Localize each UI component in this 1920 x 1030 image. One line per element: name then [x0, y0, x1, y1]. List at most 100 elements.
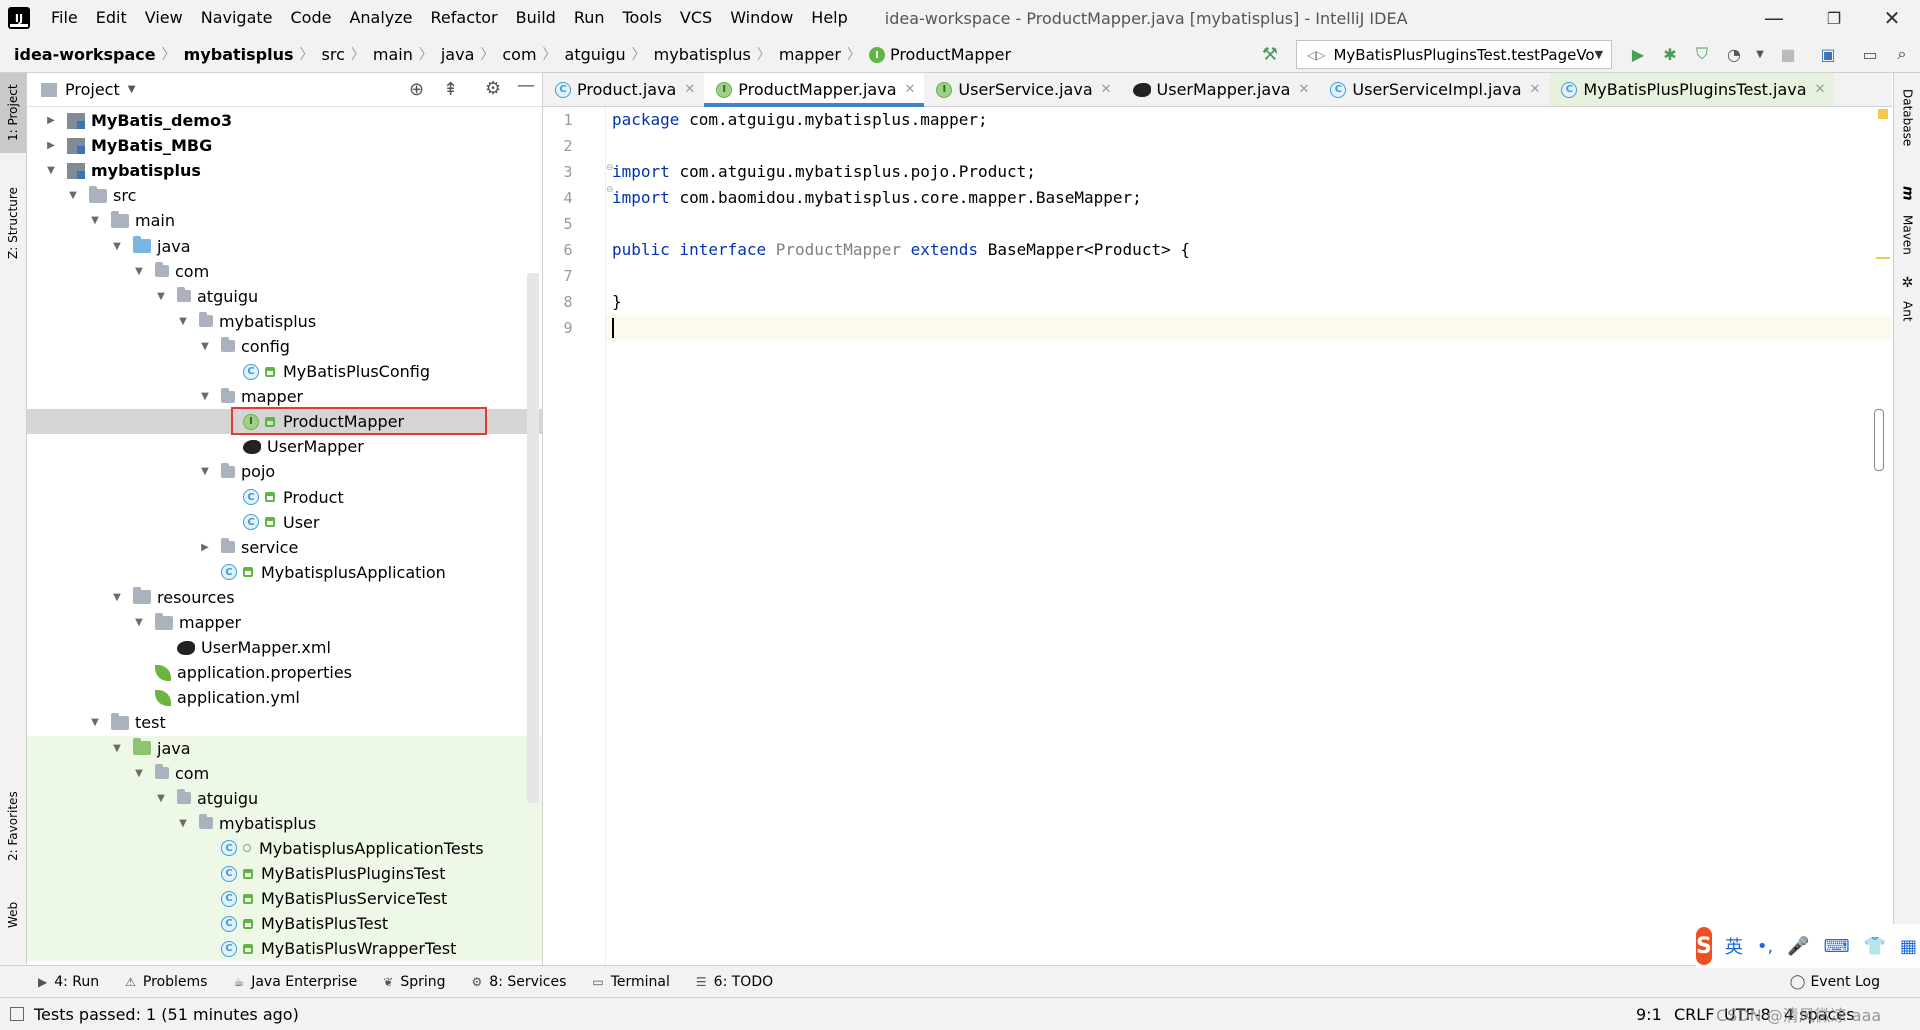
build-hammer-icon[interactable]: ⚒ [1260, 44, 1280, 65]
status-message[interactable]: Tests passed: 1 (51 minutes ago) [34, 1005, 299, 1024]
expand-arrow-down-icon[interactable]: ▼ [45, 165, 57, 176]
code-line[interactable]: public interface ProductMapper extends B… [612, 237, 1190, 263]
tab-database[interactable]: Database [1894, 73, 1920, 163]
close-button[interactable]: ✕ [1864, 0, 1920, 36]
coverage-icon[interactable]: ⛉ [1692, 44, 1712, 64]
tree-item[interactable]: C MyBatisPlusTest [27, 911, 542, 937]
tool-window-tab[interactable]: ▶ 4: Run [24, 974, 111, 990]
breadcrumb-item[interactable]: mybatisplus [648, 45, 755, 64]
line-number[interactable]: 9 [543, 315, 593, 341]
stop-icon[interactable]: ■ [1778, 44, 1798, 64]
code-line[interactable]: } [612, 289, 622, 315]
breadcrumb-item[interactable]: java [435, 45, 479, 64]
expand-arrow-down-icon[interactable]: ▼ [89, 215, 101, 226]
line-number[interactable]: 4 [543, 185, 593, 211]
tree-item[interactable]: ▶ service [27, 535, 542, 560]
line-number[interactable]: 8 [543, 289, 593, 315]
line-number[interactable]: 6 [543, 237, 593, 263]
ime-toolbox-icon[interactable]: ▦ [1900, 936, 1917, 957]
breadcrumb-item[interactable]: src [316, 45, 349, 64]
line-number[interactable]: 5 [543, 211, 593, 237]
close-tab-icon[interactable]: ✕ [1530, 82, 1541, 97]
fold-marker-icon[interactable]: ⊖ [606, 163, 614, 173]
tree-item[interactable]: ▼ pojo [27, 459, 542, 484]
tool-window-tab[interactable]: ☰ 6: TODO [682, 974, 785, 990]
menu-edit[interactable]: Edit [87, 0, 136, 36]
expand-arrow-down-icon[interactable]: ▼ [155, 793, 167, 804]
tool-window-tab[interactable]: ⚠ Problems [111, 974, 219, 990]
tree-item[interactable]: C MyBatisPlusServiceTest [27, 886, 542, 912]
close-tab-icon[interactable]: ✕ [1815, 82, 1826, 97]
close-tab-icon[interactable]: ✕ [1101, 82, 1112, 97]
sogou-logo-icon[interactable]: S [1696, 927, 1712, 965]
tab-project[interactable]: 1: Project [0, 73, 26, 153]
tree-item[interactable]: ▼ java [27, 735, 542, 761]
expand-arrow-right-icon[interactable]: ▶ [45, 115, 57, 126]
breadcrumb-item[interactable]: I ProductMapper [863, 45, 1015, 64]
expand-arrow-down-icon[interactable]: ▼ [177, 316, 189, 327]
tree-item[interactable]: ▼ resources [27, 585, 542, 610]
menu-navigate[interactable]: Navigate [192, 0, 282, 36]
caret-position[interactable]: 9:1 [1636, 1005, 1662, 1024]
expand-arrow-down-icon[interactable]: ▼ [155, 291, 167, 302]
editor-tab[interactable]: C Product.java ✕ [543, 73, 704, 106]
editor-tab[interactable]: C UserServiceImpl.java ✕ [1318, 73, 1549, 106]
tab-maven[interactable]: Maven [1894, 205, 1920, 265]
editor-scrollbar[interactable] [1874, 409, 1884, 471]
tree-item[interactable]: UserMapper [27, 434, 542, 459]
tree-item[interactable]: UserMapper.xml [27, 635, 542, 660]
tool-window-tab[interactable]: ❦ Spring [369, 974, 457, 990]
run-icon[interactable]: ▶ [1628, 44, 1648, 64]
ime-language-toggle[interactable]: 英 [1725, 933, 1743, 959]
menu-window[interactable]: Window [721, 0, 802, 36]
tool-window-tab[interactable]: ⚙ 8: Services [458, 974, 579, 990]
tree-item[interactable]: ▼ atguigu [27, 284, 542, 309]
menu-code[interactable]: Code [282, 0, 341, 36]
expand-arrow-down-icon[interactable]: ▼ [67, 190, 79, 201]
tab-structure[interactable]: Z: Structure [0, 183, 26, 263]
expand-arrow-right-icon[interactable]: ▶ [199, 542, 211, 553]
error-stripe-mark[interactable] [1876, 257, 1890, 259]
expand-arrow-down-icon[interactable]: ▼ [199, 391, 211, 402]
tab-favorites[interactable]: 2: Favorites [0, 781, 26, 871]
tree-item[interactable]: ▼ main [27, 208, 542, 233]
minimize-button[interactable]: — [1746, 0, 1802, 36]
tree-item[interactable]: ▼ mybatisplus [27, 158, 542, 183]
collapse-all-icon[interactable]: ⇞ [443, 79, 458, 100]
tab-web[interactable]: Web [0, 895, 26, 935]
code-line[interactable]: import com.atguigu.mybatisplus.pojo.Prod… [612, 159, 1036, 185]
expand-arrow-down-icon[interactable]: ▼ [89, 717, 101, 728]
code-editor[interactable]: package com.atguigu.mybatisplus.mapper; i… [606, 107, 1892, 965]
tree-item[interactable]: ▼ java [27, 234, 542, 259]
tree-item[interactable]: ▼ mapper [27, 384, 542, 409]
expand-arrow-down-icon[interactable]: ▼ [111, 592, 123, 603]
menu-analyze[interactable]: Analyze [340, 0, 421, 36]
tree-item[interactable]: application.properties [27, 660, 542, 685]
intellij-logo-icon[interactable]: IJ [8, 7, 30, 29]
event-log-button[interactable]: ◯ Event Log [1790, 966, 1880, 998]
line-separator[interactable]: CRLF [1674, 1005, 1714, 1024]
tree-item[interactable]: C MybatisplusApplicationTests [27, 835, 542, 861]
locate-icon[interactable]: ⊕ [409, 79, 424, 100]
expand-arrow-right-icon[interactable]: ▶ [45, 140, 57, 151]
editor-tab[interactable]: C MyBatisPlusPluginsTest.java ✕ [1549, 73, 1835, 106]
tree-item[interactable]: ▼ com [27, 760, 542, 786]
menu-view[interactable]: View [136, 0, 192, 36]
line-number[interactable]: 2 [543, 133, 593, 159]
tree-item[interactable]: ▼ mybatisplus [27, 810, 542, 836]
tree-item[interactable]: application.yml [27, 685, 542, 710]
tree-item[interactable]: ▼ atguigu [27, 785, 542, 811]
breadcrumb-item[interactable]: main [367, 45, 417, 64]
profile-icon[interactable]: ◔ [1724, 44, 1744, 64]
menu-file[interactable]: File [42, 0, 87, 36]
ime-punctuation-icon[interactable]: •, [1757, 936, 1773, 957]
editor-tab[interactable]: UserMapper.java ✕ [1121, 73, 1319, 106]
search-icon[interactable]: ⌕ [1892, 44, 1912, 64]
tree-item[interactable]: ▶ MyBatis_demo3 [27, 108, 542, 133]
editor-tab[interactable]: I ProductMapper.java ✕ [704, 73, 925, 107]
tree-item[interactable]: ▶ MyBatis_MBG [27, 133, 542, 158]
menu-refactor[interactable]: Refactor [422, 0, 507, 36]
menu-help[interactable]: Help [802, 0, 856, 36]
close-tab-icon[interactable]: ✕ [684, 82, 695, 97]
hide-panel-icon[interactable]: — [517, 75, 535, 96]
